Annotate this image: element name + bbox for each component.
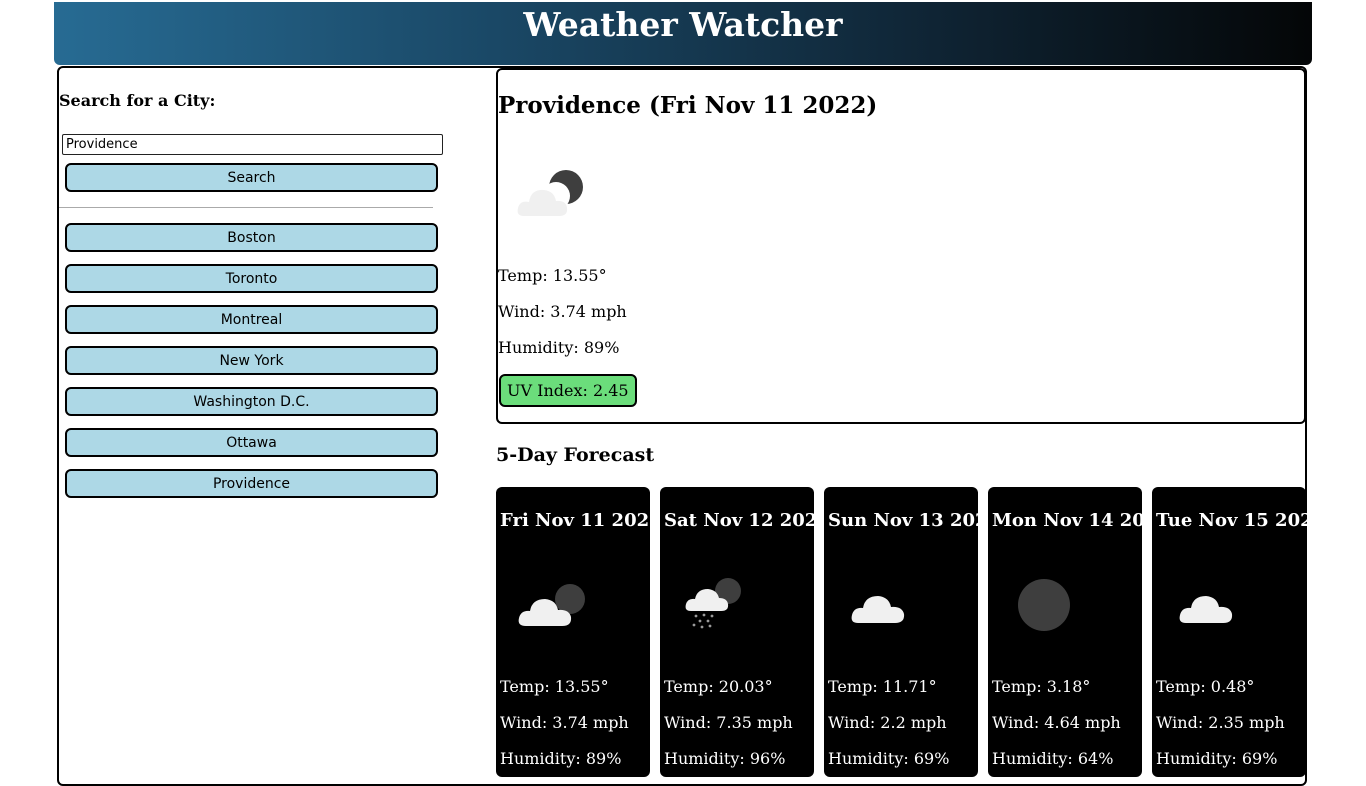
cloud-icon: [848, 575, 924, 635]
forecast-title: 5-Day Forecast: [496, 444, 655, 466]
forecast-date: Tue Nov 15 2022: [1156, 510, 1326, 531]
current-wind: Wind: 3.74 mph: [498, 302, 627, 321]
rain-night-icon: [682, 571, 758, 631]
forecast-temp: Temp: 20.03°: [664, 677, 773, 696]
forecast-temp: Temp: 11.71°: [828, 677, 937, 696]
current-city-heading: Providence (Fri Nov 11 2022): [498, 92, 878, 119]
history-city-button[interactable]: Montreal: [65, 305, 438, 334]
current-humidity: Humidity: 89%: [498, 338, 620, 357]
app-header: Weather Watcher: [54, 2, 1312, 65]
forecast-card: Mon Nov 14 2022 Temp: 3.18° Wind: 4.64 m…: [988, 487, 1170, 777]
forecast-wind: Wind: 2.35 mph: [1156, 713, 1285, 732]
forecast-temp: Temp: 3.18°: [992, 677, 1091, 696]
forecast-wind: Wind: 7.35 mph: [664, 713, 793, 732]
forecast-humidity: Humidity: 89%: [500, 749, 622, 768]
sidebar-divider: [59, 207, 433, 208]
history-city-button[interactable]: New York: [65, 346, 438, 375]
search-button[interactable]: Search: [65, 163, 438, 192]
search-label: Search for a City:: [59, 91, 216, 110]
forecast-date: Fri Nov 11 2022: [500, 510, 662, 531]
forecast-humidity: Humidity: 69%: [828, 749, 950, 768]
app-title: Weather Watcher: [523, 5, 843, 44]
forecast-wind: Wind: 4.64 mph: [992, 713, 1121, 732]
uv-index-badge: UV Index: 2.45: [499, 374, 637, 407]
forecast-card: Fri Nov 11 2022 Temp: 13.55° Wind: 3.74 …: [496, 487, 662, 777]
partly-cloudy-night-icon: [514, 166, 590, 226]
history-city-button[interactable]: Providence: [65, 469, 438, 498]
clear-night-icon: [1016, 577, 1092, 637]
forecast-wind: Wind: 3.74 mph: [500, 713, 629, 732]
forecast-humidity: Humidity: 69%: [1156, 749, 1278, 768]
cloud-icon: [1176, 575, 1252, 635]
forecast-date: Sun Nov 13 2022: [828, 510, 1001, 531]
city-search-input[interactable]: [62, 134, 443, 155]
forecast-date: Sat Nov 12 2022: [664, 510, 830, 531]
forecast-card: Sun Nov 13 2022 Temp: 11.71° Wind: 2.2 m…: [824, 487, 1000, 777]
forecast-date: Mon Nov 14 2022: [992, 510, 1170, 531]
forecast-wind: Wind: 2.2 mph: [828, 713, 947, 732]
history-city-button[interactable]: Boston: [65, 223, 438, 252]
current-temp: Temp: 13.55°: [498, 266, 607, 285]
history-city-button[interactable]: Ottawa: [65, 428, 438, 457]
current-weather-card: Providence (Fri Nov 11 2022) Temp: 13.55…: [496, 68, 1306, 424]
forecast-humidity: Humidity: 96%: [664, 749, 786, 768]
forecast-temp: Temp: 13.55°: [500, 677, 609, 696]
forecast-temp: Temp: 0.48°: [1156, 677, 1255, 696]
forecast-humidity: Humidity: 64%: [992, 749, 1114, 768]
history-city-button[interactable]: Washington D.C.: [65, 387, 438, 416]
partly-cloudy-night-icon: [514, 575, 590, 635]
history-city-button[interactable]: Toronto: [65, 264, 438, 293]
forecast-card: Tue Nov 15 2022 Temp: 0.48° Wind: 2.35 m…: [1152, 487, 1325, 777]
forecast-card: Sat Nov 12 2022 Temp: 20.03° Wind: 7.35 …: [660, 487, 830, 777]
